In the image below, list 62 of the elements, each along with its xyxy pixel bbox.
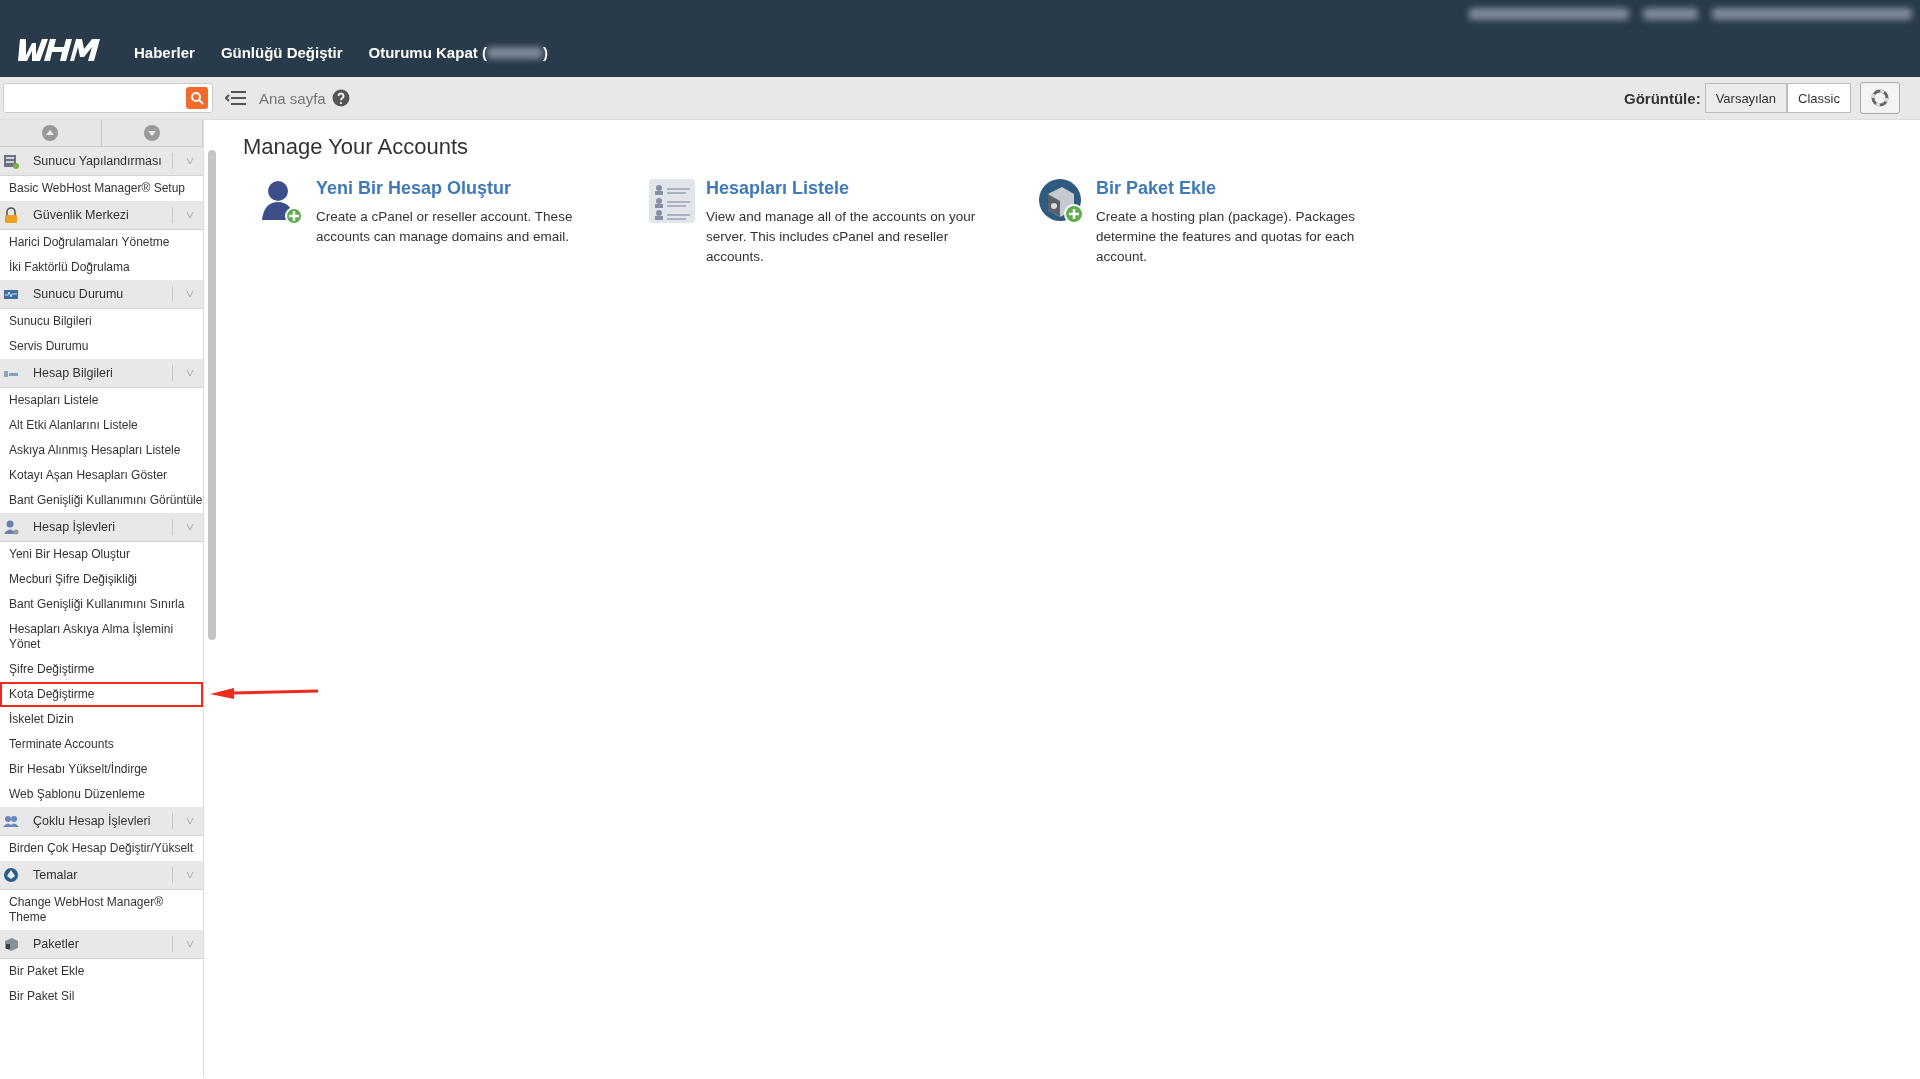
sidebar-section-header[interactable]: Temalar xyxy=(0,861,203,890)
sidebar-item[interactable]: Bant Genişliği Kullanımını Görüntüle xyxy=(0,488,203,513)
redacted-text xyxy=(486,46,543,59)
scrollbar-thumb[interactable] xyxy=(208,150,216,640)
sidebar-item[interactable]: Yeni Bir Hesap Oluştur xyxy=(0,542,203,567)
sidebar-item[interactable]: Birden Çok Hesap Değiştir/Yükselt xyxy=(0,836,203,861)
view-option[interactable]: Classic xyxy=(1787,83,1851,113)
nav-link[interactable]: Oturumu Kapat ( ) xyxy=(368,44,548,65)
search-field[interactable] xyxy=(3,83,213,113)
section-icon xyxy=(3,153,19,169)
sidebar-item[interactable]: Kota Değiştirme xyxy=(0,682,203,707)
section-icon xyxy=(3,813,19,829)
sidebar-item[interactable]: Basic WebHost Manager® Setup xyxy=(0,176,203,201)
card-description: Create a hosting plan (package). Packages determine the features and quotas for each account. xyxy=(1096,208,1356,266)
search-icon[interactable] xyxy=(186,87,208,109)
sidebar-item[interactable]: Mecburi Şifre Değişikliği xyxy=(0,567,203,592)
sidebar-item[interactable]: Harici Doğrulamaları Yönetme xyxy=(0,230,203,255)
list-icon[interactable] xyxy=(648,178,696,226)
section-icon xyxy=(3,207,19,223)
breadcrumb[interactable]: Ana sayfa xyxy=(259,89,326,107)
redacted-text xyxy=(1643,8,1698,20)
sidebar-item[interactable]: Terminate Accounts xyxy=(0,732,203,757)
card-title-link[interactable]: Bir Paket Ekle xyxy=(1096,178,1217,199)
sidebar-section-header[interactable]: Hesap İşlevleri xyxy=(0,513,203,542)
sidebar-item[interactable]: Alt Etki Alanlarını Listele xyxy=(0,413,203,438)
view-option[interactable]: Varsayılan xyxy=(1704,83,1788,113)
nav-link[interactable]: Günlüğü Değiştir xyxy=(220,44,343,65)
card-title-link[interactable]: Hesapları Listele xyxy=(706,178,850,199)
sidebar-item[interactable]: Web Şablonu Düzenleme xyxy=(0,782,203,807)
card-title-link[interactable]: Yeni Bir Hesap Oluştur xyxy=(316,178,512,199)
sidebar-item[interactable]: İki Faktörlü Doğrulama xyxy=(0,255,203,280)
sidebar-section-header[interactable]: Sunucu Yapılandırması xyxy=(0,147,203,176)
card-description: Create a cPanel or reseller account. These accounts can manage domains and email. xyxy=(316,208,574,246)
sidebar-section-header[interactable]: Hesap Bilgileri xyxy=(0,359,203,388)
sidebar-item[interactable]: Bir Hesabı Yükselt/İndirge xyxy=(0,757,203,782)
view-label: Görüntüle: xyxy=(1623,89,1701,107)
sidebar-section-header[interactable]: Güvenlik Merkezi xyxy=(0,201,203,230)
sidebar-section-header[interactable]: Çoklu Hesap İşlevleri xyxy=(0,807,203,836)
sidebar-item[interactable]: Sunucu Bilgileri xyxy=(0,309,203,334)
section-icon xyxy=(3,936,19,952)
lifebuoy-icon xyxy=(1871,89,1889,107)
nav-link[interactable]: Haberler xyxy=(134,44,195,65)
sidebar-item[interactable]: Bir Paket Sil xyxy=(0,984,203,1009)
sidebar-item[interactable]: Kotayı Aşan Hesapları Göster xyxy=(0,463,203,488)
sidebar-item[interactable]: Bant Genişliği Kullanımını Sınırla xyxy=(0,592,203,617)
page-title: Manage Your Accounts xyxy=(243,134,470,160)
card-description: View and manage all of the accounts on your server. This includes cPanel and reseller accounts. xyxy=(706,208,977,266)
sidebar-item[interactable]: Hesapları Listele xyxy=(0,388,203,413)
sidebar-item[interactable]: Servis Durumu xyxy=(0,334,203,359)
menu-icon[interactable] xyxy=(225,89,247,107)
sidebar-item[interactable]: Change WebHost Manager® Theme xyxy=(0,890,203,930)
sidebar-item[interactable]: Askıya Alınmış Hesapları Listele xyxy=(0,438,203,463)
help-icon[interactable] xyxy=(331,89,350,107)
sidebar-section-header[interactable]: Sunucu Durumu xyxy=(0,280,203,309)
support-button[interactable] xyxy=(1860,82,1900,114)
sidebar-item[interactable]: Şifre Değiştirme xyxy=(0,657,203,682)
section-icon xyxy=(3,519,19,535)
sidebar-item[interactable]: İskelet Dizin xyxy=(0,707,203,732)
sidebar-section-header[interactable]: Paketler xyxy=(0,930,203,959)
sidebar-item[interactable]: Hesapları Askıya Alma İşlemini Yönet xyxy=(0,617,203,657)
section-icon xyxy=(3,867,19,883)
sidebar-item[interactable]: Bir Paket Ekle xyxy=(0,959,203,984)
